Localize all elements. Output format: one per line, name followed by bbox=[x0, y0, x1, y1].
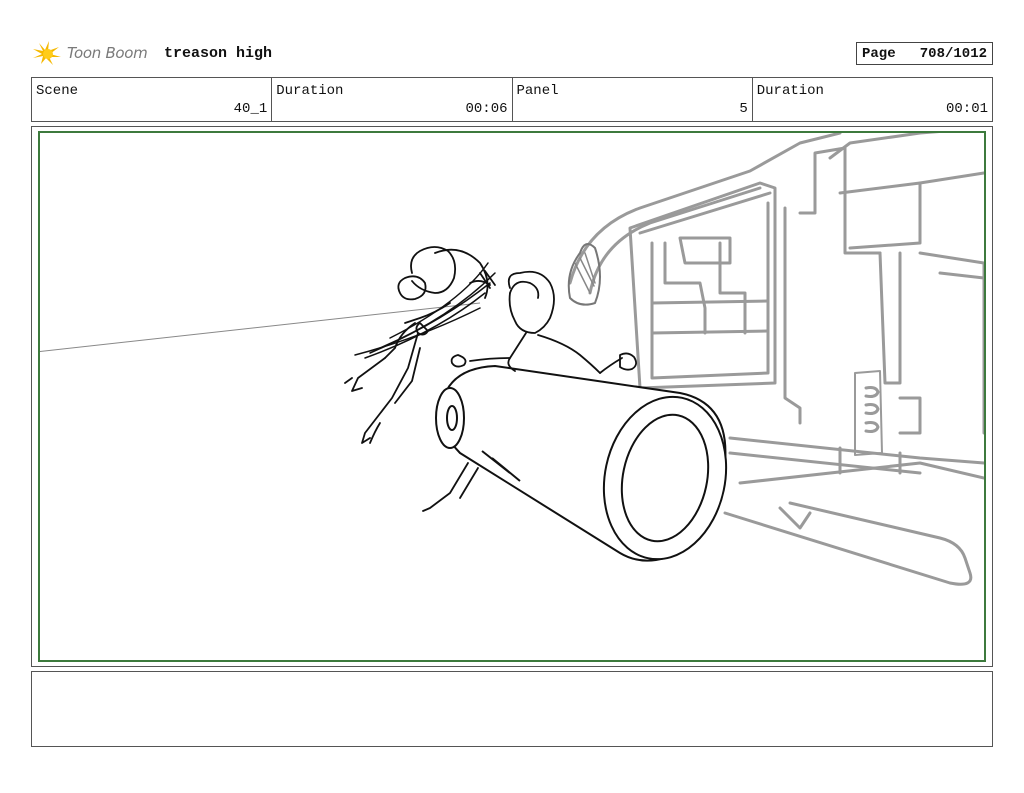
storyboard-panel-frame bbox=[31, 126, 993, 667]
project-title: treason high bbox=[164, 45, 273, 62]
motion-lines bbox=[354, 262, 496, 359]
panel-info-row: Scene 40_1 Duration 00:06 Panel 5 Durati… bbox=[31, 77, 993, 122]
cannon-sketch bbox=[435, 365, 728, 562]
toon-boom-logo: Toon Boom bbox=[31, 38, 148, 68]
page-label: Page bbox=[862, 45, 896, 62]
storyboard-header: Toon Boom treason high Page 708/1012 bbox=[31, 36, 993, 72]
toon-boom-star-logo-icon bbox=[33, 41, 61, 65]
scene-value: 40_1 bbox=[233, 101, 268, 117]
scene-label: Scene bbox=[36, 83, 79, 99]
panel-duration-cell: Duration 00:01 bbox=[753, 78, 992, 121]
scene-duration-label: Duration bbox=[276, 83, 344, 99]
scene-cell: Scene 40_1 bbox=[32, 78, 273, 121]
scene-duration-cell: Duration 00:06 bbox=[272, 78, 513, 121]
panel-drawing-area[interactable] bbox=[38, 131, 986, 662]
panel-duration-label: Duration bbox=[756, 83, 824, 99]
panel-cell: Panel 5 bbox=[513, 78, 753, 121]
panel-notes-box[interactable] bbox=[31, 671, 993, 747]
panel-duration-value: 00:01 bbox=[945, 101, 988, 117]
panel-value: 5 bbox=[739, 101, 748, 117]
panel-sketch bbox=[40, 133, 984, 586]
page-value: 708/1012 bbox=[919, 45, 987, 62]
panel-label: Panel bbox=[516, 83, 559, 99]
logo-text: Toon Boom bbox=[67, 44, 148, 62]
page-counter: Page 708/1012 bbox=[856, 42, 993, 65]
scene-duration-value: 00:06 bbox=[465, 101, 508, 117]
